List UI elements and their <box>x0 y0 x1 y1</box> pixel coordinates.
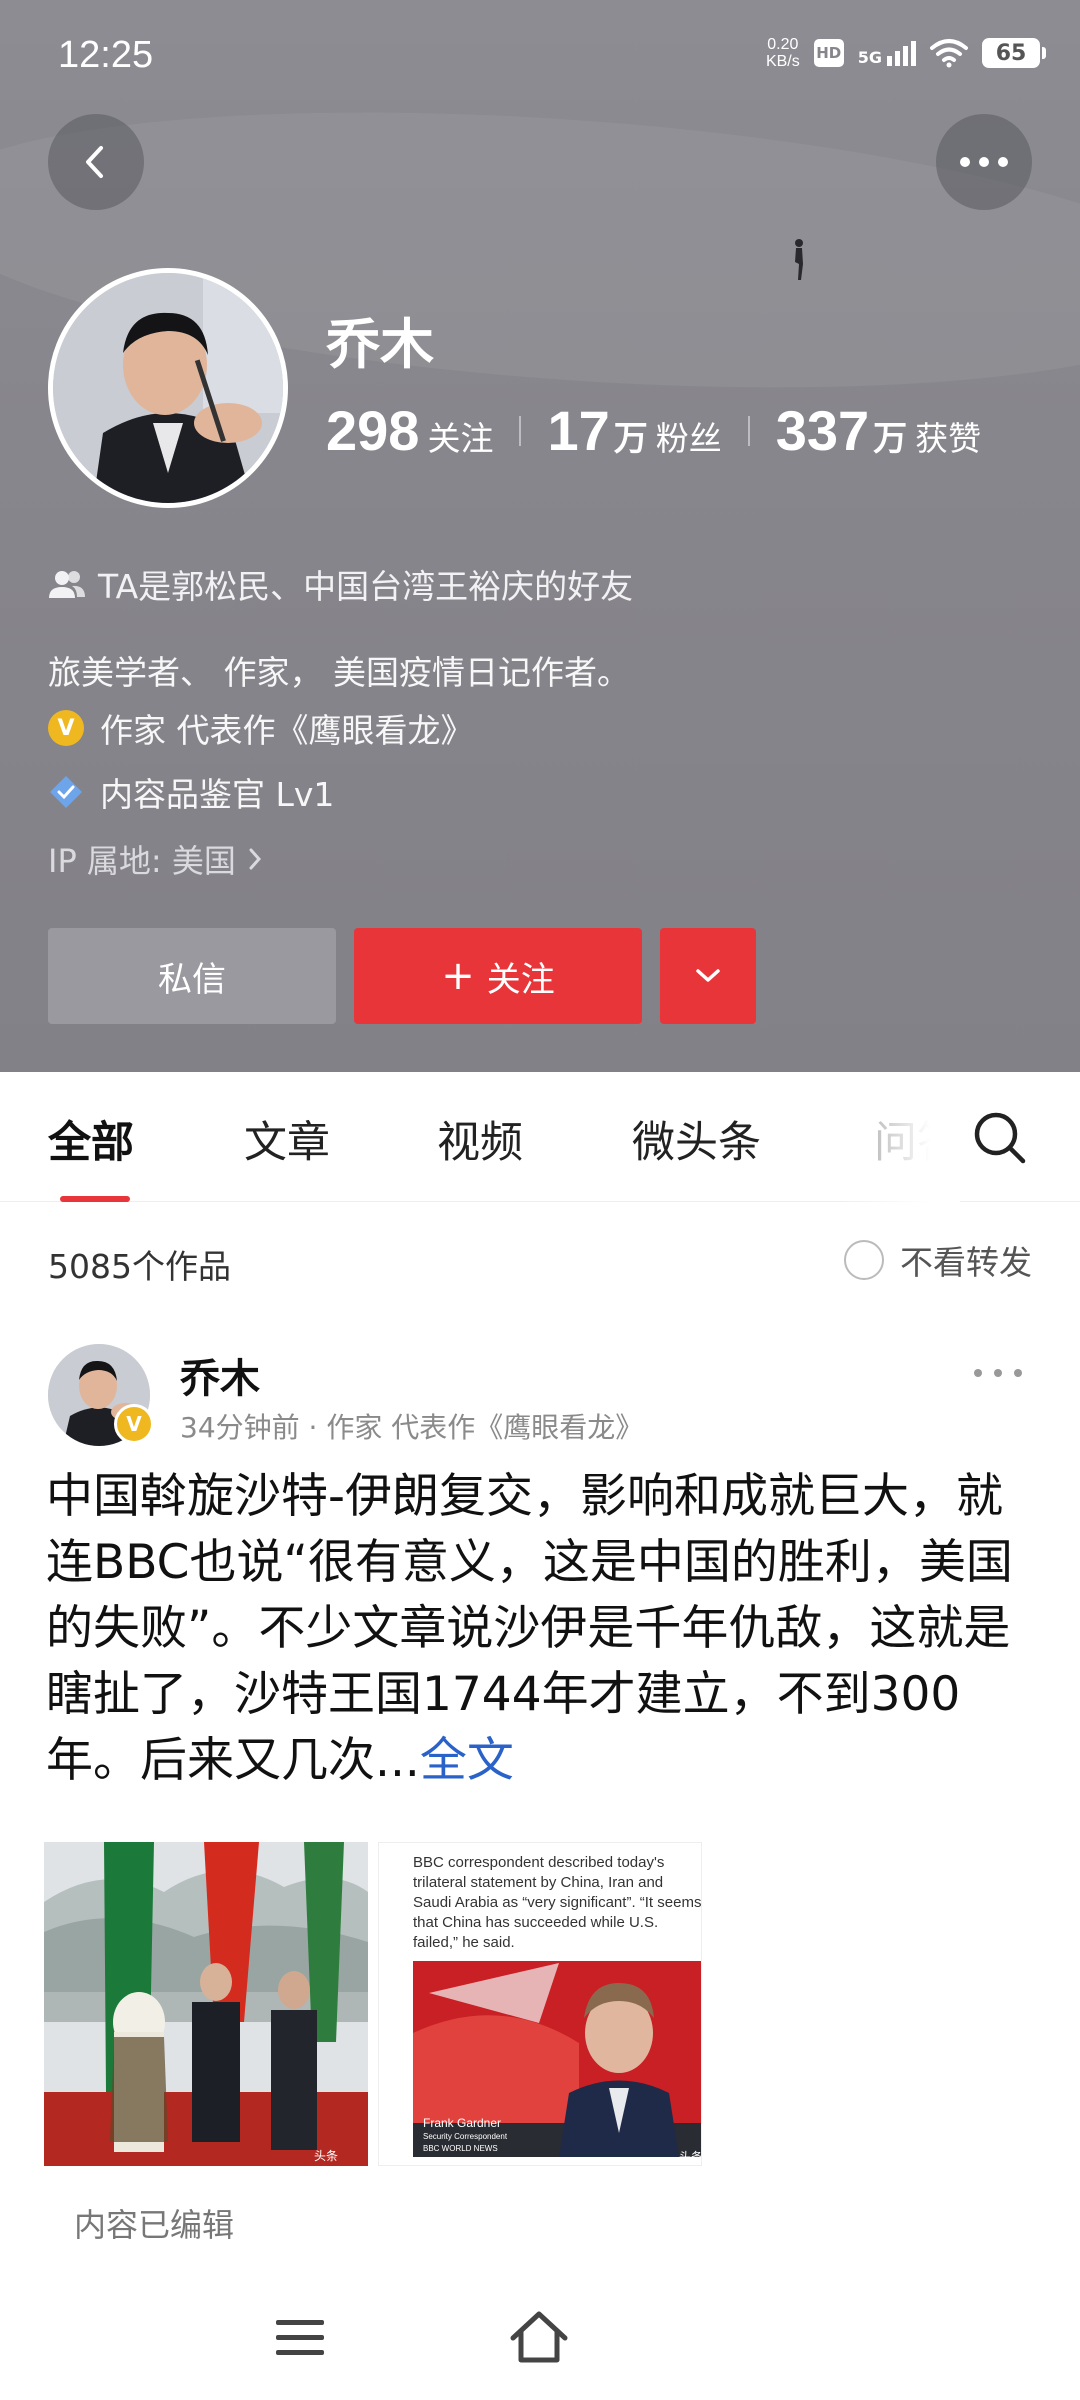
follow-button[interactable]: + 关注 <box>354 928 642 1024</box>
image-watermark: 头条 <box>314 2149 338 2163</box>
news-screenshot: Frank Gardner Security Correspondent BBC… <box>413 1961 702 2164</box>
image-watermark: 头条 <box>679 2150 702 2164</box>
radio-icon <box>844 1240 884 1280</box>
verified-v-icon: V <box>114 1404 154 1444</box>
works-bar: 5085个作品 不看转发 <box>0 1210 1080 1310</box>
signal-5g-icon: 5G <box>858 40 916 66</box>
avatar-photo <box>53 273 283 503</box>
profile-header: 12:25 0.20 KB/s HD 5G 65 乔木 298 关注 17 万 … <box>0 0 1080 1072</box>
back-arrow-icon <box>86 146 103 178</box>
diplomats-photo: 头条 <box>44 1842 368 2166</box>
channel-name: BBC WORLD NEWS <box>423 2144 498 2153</box>
status-time: 12:25 <box>58 34 154 76</box>
works-count: 5085个作品 <box>48 1247 231 1286</box>
post-image-2[interactable]: BBC correspondent described today's tril… <box>378 1842 702 2166</box>
author-certification: V 作家 代表作《鹰眼看龙》 <box>48 704 474 752</box>
edited-label: 内容已编辑 <box>74 2206 235 2244</box>
more-options-button[interactable] <box>936 114 1032 210</box>
read-more-link[interactable]: 全文 <box>420 1733 514 1788</box>
battery-icon: 65 <box>982 38 1046 68</box>
wifi-icon <box>930 39 968 68</box>
home-icon[interactable] <box>508 2308 570 2366</box>
plus-icon: + <box>441 953 475 999</box>
hide-reposts-toggle[interactable]: 不看转发 <box>844 1236 1032 1284</box>
post-image-1[interactable]: 头条 <box>44 1842 368 2166</box>
active-tab-indicator <box>60 1196 130 1202</box>
more-dots-icon <box>960 157 1008 167</box>
chevron-down-icon <box>696 969 720 982</box>
hd-icon: HD <box>813 39 844 67</box>
chevron-right-icon <box>249 848 261 870</box>
message-button[interactable]: 私信 <box>48 928 336 1024</box>
net-speed: 0.20 KB/s <box>765 36 800 70</box>
tab-micro-posts[interactable]: 微头条 <box>632 1108 761 1170</box>
search-icon[interactable] <box>970 1108 1030 1168</box>
stat-divider <box>747 415 750 446</box>
diamond-badge-icon <box>50 776 82 808</box>
profile-stats: 298 关注 17 万 粉丝 337 万 获赞 <box>326 398 981 463</box>
profile-bio: 旅美学者、 作家， 美国疫情日记作者。 <box>48 653 630 692</box>
reviewer-certification[interactable]: 内容品鉴官 Lv1 <box>48 768 334 816</box>
background-figure <box>795 239 803 280</box>
likes-stat[interactable]: 337 万 获赞 <box>776 398 981 463</box>
followers-stat[interactable]: 17 万 粉丝 <box>547 398 721 463</box>
following-stat[interactable]: 298 关注 <box>326 398 493 463</box>
profile-name: 乔木 <box>326 313 434 376</box>
post-text[interactable]: 中国斡旋沙特-伊朗复交，影响和成就巨大，就连BBC也说“很有意义，这是中国的胜利… <box>46 1464 1036 1794</box>
post-meta: 34分钟前 · 作家 代表作《鹰眼看龙》 <box>180 1411 644 1444</box>
tab-articles[interactable]: 文章 <box>244 1108 330 1170</box>
profile-avatar[interactable] <box>48 268 288 508</box>
tab-videos[interactable]: 视频 <box>437 1108 523 1170</box>
mutual-friends[interactable]: TA是郭松民、中国台湾王裕庆的好友 <box>48 560 633 608</box>
tabs-fade <box>840 1072 960 1202</box>
more-dots-icon[interactable] <box>968 1358 1028 1388</box>
content-tabs: 全部 文章 视频 微头条 问答 <box>0 1072 1080 1202</box>
stat-divider <box>519 415 522 446</box>
ip-location[interactable]: IP 属地: 美国 <box>48 836 264 882</box>
reporter-role: Security Correspondent <box>423 2132 508 2141</box>
recommend-dropdown-button[interactable] <box>660 928 756 1024</box>
status-icons: 0.20 KB/s HD 5G 65 <box>765 36 1046 70</box>
verified-v-icon: V <box>48 710 84 746</box>
people-icon <box>49 571 85 598</box>
menu-icon[interactable] <box>272 2314 328 2362</box>
bottom-navigation <box>0 2300 1080 2400</box>
reporter-name: Frank Gardner <box>423 2116 501 2130</box>
post-author[interactable]: 乔木 <box>180 1346 260 1404</box>
status-bar: 12:25 0.20 KB/s HD 5G 65 <box>0 0 1080 110</box>
back-button[interactable] <box>48 114 144 210</box>
tab-all[interactable]: 全部 <box>48 1108 134 1170</box>
